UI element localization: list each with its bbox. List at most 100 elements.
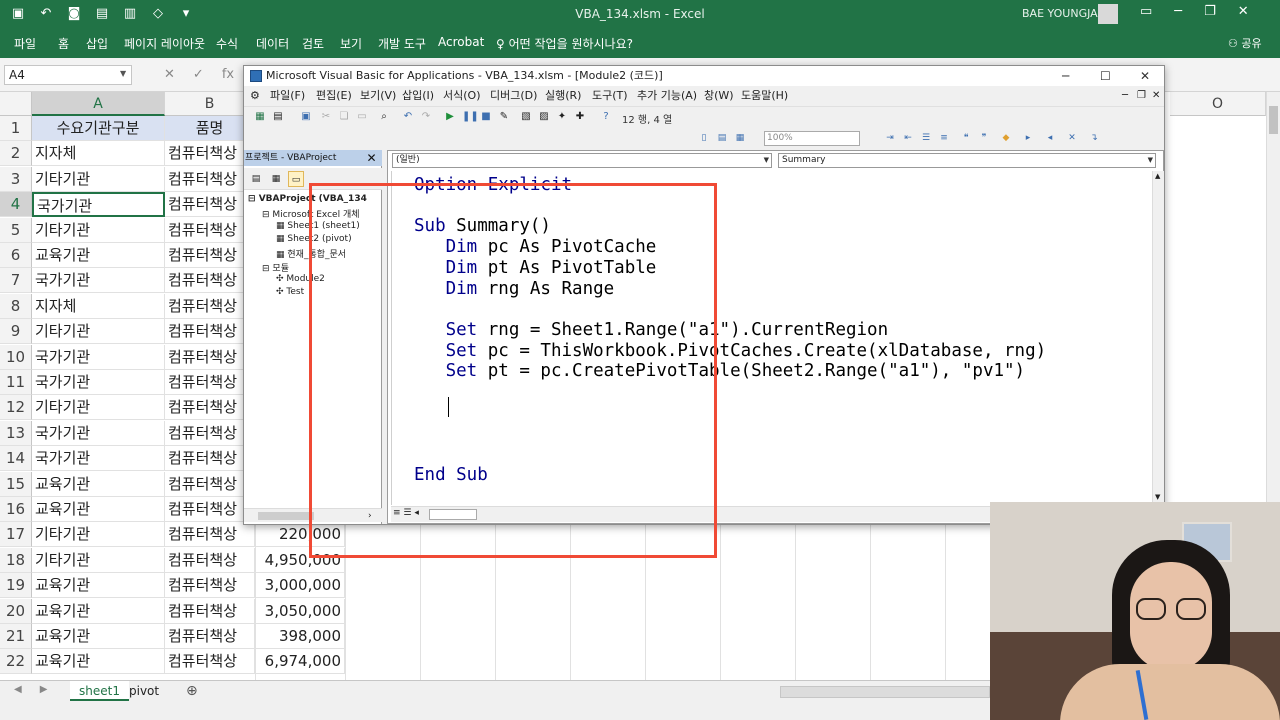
row-header[interactable]: 20	[0, 598, 32, 624]
select-all-corner[interactable]	[0, 92, 32, 116]
bookmark-icon[interactable]: ◆	[1000, 132, 1012, 144]
toggle-breakpoint-icon[interactable]: ▯	[698, 132, 710, 144]
menu-addins[interactable]: 추가 기능(A)	[637, 86, 697, 106]
cell-amount[interactable]: 3,050,000	[255, 598, 345, 624]
scroll-down-icon[interactable]: ▼	[1155, 493, 1160, 501]
row-header[interactable]: 5	[0, 217, 32, 243]
save-icon[interactable]: ▣	[300, 111, 312, 123]
row-header[interactable]: 1	[0, 116, 32, 141]
cell-a[interactable]: 기타기관	[32, 522, 165, 548]
row-header[interactable]: 4	[0, 192, 32, 218]
cell-a[interactable]: 교육기관	[32, 243, 165, 268]
cell-b[interactable]: 컴퓨터책상	[165, 446, 255, 472]
chevron-down-icon[interactable]: ▼	[120, 69, 126, 78]
row-header[interactable]: 11	[0, 370, 32, 395]
cell-a[interactable]: 지자체	[32, 141, 165, 167]
cell-b[interactable]: 컴퓨터책상	[165, 319, 255, 345]
step-into-icon[interactable]: ↴	[1088, 132, 1100, 144]
maximize-icon[interactable]: ☐	[1100, 66, 1111, 86]
properties-icon[interactable]: ▨	[538, 111, 550, 123]
cell-b[interactable]: 컴퓨터책상	[165, 243, 255, 268]
object-browser-icon[interactable]: ✦	[556, 111, 568, 123]
redo-icon[interactable]: ↷	[420, 111, 432, 123]
call-stack-icon[interactable]: ▦	[734, 132, 746, 144]
paste-icon[interactable]: ▭	[356, 111, 368, 123]
view-object-icon[interactable]: ▦	[268, 171, 284, 187]
clear-bookmarks-icon[interactable]: ✕	[1066, 132, 1078, 144]
cell-a[interactable]: 기타기관	[32, 166, 165, 192]
restore-icon[interactable]: ❐	[1204, 4, 1216, 19]
row-header[interactable]: 8	[0, 293, 32, 319]
cell-b[interactable]: 컴퓨터책상	[165, 344, 255, 370]
menu-file[interactable]: 파일(F)	[270, 86, 305, 106]
menu-format[interactable]: 서식(O)	[443, 86, 480, 106]
uncomment-block-icon[interactable]: ❞	[978, 132, 990, 144]
cell-b[interactable]: 컴퓨터책상	[165, 370, 255, 395]
menu-view[interactable]: 보기(V)	[360, 86, 396, 106]
indent-icon[interactable]: ⇥	[884, 132, 896, 144]
row-header[interactable]: 10	[0, 344, 32, 370]
name-box[interactable]: A4	[4, 65, 132, 85]
cell-a[interactable]: 국가기관	[32, 420, 165, 446]
cell-b[interactable]: 컴퓨터책상	[165, 573, 255, 599]
row-header[interactable]: 3	[0, 166, 32, 192]
mdi-minimize-icon[interactable]: ─	[1122, 86, 1128, 106]
tell-me-box[interactable]: ♀ 어떤 작업을 원하시나요?	[496, 35, 633, 52]
menu-debug[interactable]: 디버그(D)	[490, 86, 537, 106]
row-header[interactable]: 15	[0, 471, 32, 497]
prev-sheet-icon[interactable]: ◀	[14, 684, 22, 695]
cell-amount[interactable]: 398,000	[255, 624, 345, 649]
cell-b[interactable]: 컴퓨터책상	[165, 166, 255, 192]
copy-icon[interactable]: ❏	[338, 111, 350, 123]
scroll-thumb[interactable]	[258, 512, 314, 520]
tab-data[interactable]: 데이터	[256, 35, 289, 52]
ribbon-display-icon[interactable]: ▭	[1140, 4, 1152, 19]
cell-b[interactable]: 컴퓨터책상	[165, 547, 255, 573]
enter-icon[interactable]: ✓	[193, 67, 204, 82]
procedure-dropdown[interactable]: Summary ▼	[778, 153, 1156, 168]
tree-node[interactable]: ⊟ 모듈	[262, 261, 289, 274]
row-header[interactable]: 12	[0, 395, 32, 421]
header-cell[interactable]: 수요기관구분	[32, 116, 165, 141]
row-header[interactable]: 22	[0, 649, 32, 675]
next-sheet-icon[interactable]: ▶	[40, 684, 48, 695]
cell-a[interactable]: 국가기관	[32, 446, 165, 472]
row-header[interactable]: 2	[0, 141, 32, 167]
cell-b[interactable]: 컴퓨터책상	[165, 522, 255, 548]
cell-b[interactable]: 컴퓨터책상	[165, 471, 255, 497]
cell-b[interactable]: 컴퓨터책상	[165, 217, 255, 243]
tree-node[interactable]: ✣ Test	[276, 287, 304, 297]
mdi-restore-icon[interactable]: ❐	[1137, 86, 1146, 106]
cell-a[interactable]: 교육기관	[32, 624, 165, 649]
column-header-b[interactable]: B	[165, 92, 255, 116]
avatar[interactable]	[1098, 4, 1118, 24]
horizontal-scrollbar[interactable]	[780, 686, 990, 698]
tab-formulas[interactable]: 수식	[216, 35, 238, 52]
scroll-up-icon[interactable]: ▲	[1155, 172, 1160, 180]
tab-page-layout[interactable]: 페이지 레이아웃	[124, 35, 205, 52]
reset-icon[interactable]: ■	[480, 111, 492, 123]
cell-a[interactable]: 국가기관	[32, 268, 165, 294]
fx-icon[interactable]: fx	[222, 67, 234, 82]
row-header[interactable]: 21	[0, 624, 32, 649]
row-header[interactable]: 14	[0, 446, 32, 472]
cell-b[interactable]: 컴퓨터책상	[165, 624, 255, 649]
tab-insert[interactable]: 삽입	[86, 35, 108, 52]
sheet-tab-pivot[interactable]: pivot	[120, 681, 168, 701]
break-icon[interactable]: ❚❚	[462, 111, 479, 123]
comment-block-icon[interactable]: ❝	[960, 132, 972, 144]
quick-watch-icon[interactable]: ▤	[716, 132, 728, 144]
cell-b[interactable]: 컴퓨터책상	[165, 420, 255, 446]
cell-a[interactable]: 기타기관	[32, 395, 165, 421]
minimize-icon[interactable]: ─	[1062, 66, 1069, 86]
add-sheet-icon[interactable]: ⊕	[186, 683, 198, 699]
mdi-close-icon[interactable]: ✕	[1152, 86, 1160, 106]
vbe-menu-icon[interactable]: ⚙	[250, 86, 260, 106]
row-header[interactable]: 9	[0, 319, 32, 345]
minimize-icon[interactable]: ─	[1174, 4, 1182, 19]
zoom-box[interactable]: 100%	[764, 131, 860, 146]
row-header[interactable]: 17	[0, 522, 32, 548]
cell-b[interactable]: 컴퓨터책상	[165, 293, 255, 319]
cell-a[interactable]: 지자체	[32, 293, 165, 319]
project-explorer-icon[interactable]: ▧	[520, 111, 532, 123]
